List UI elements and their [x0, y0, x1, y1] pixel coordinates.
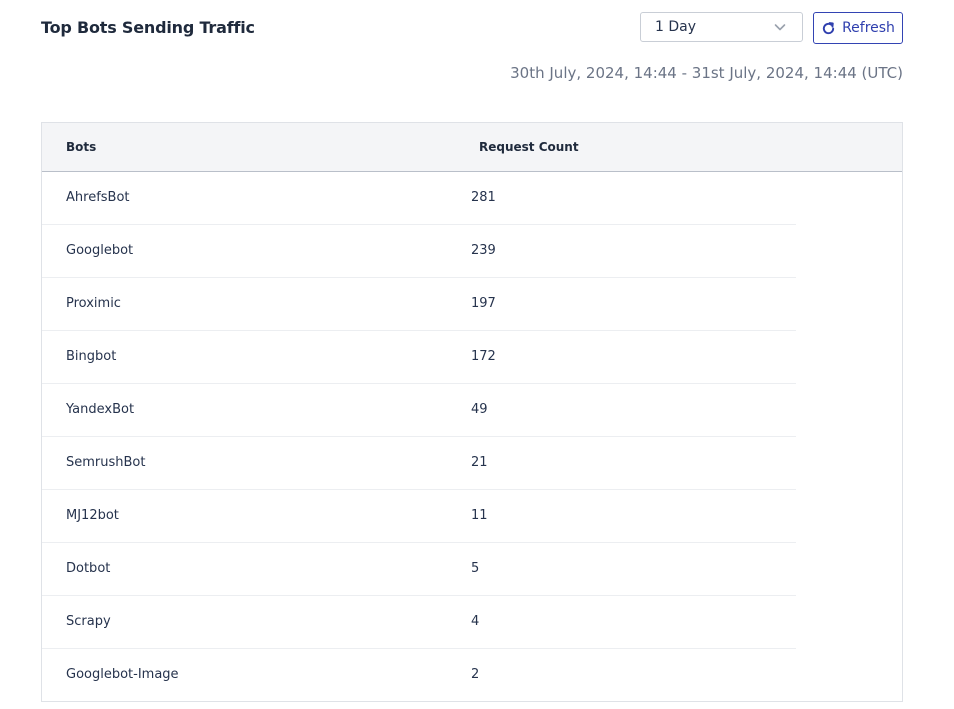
table-row: MJ12bot 11 [42, 490, 796, 543]
request-count: 239 [471, 243, 496, 258]
table-row: Dotbot 5 [42, 543, 796, 596]
table-row: Bingbot 172 [42, 331, 796, 384]
request-count: 11 [471, 508, 488, 523]
bots-table: Bots Request Count AhrefsBot 281 Googleb… [41, 122, 903, 702]
request-count: 4 [471, 614, 480, 629]
request-count: 21 [471, 455, 488, 470]
refresh-button[interactable]: Refresh [813, 12, 903, 44]
bot-name: Googlebot-Image [66, 667, 179, 682]
request-count: 49 [471, 402, 488, 417]
bot-name: MJ12bot [66, 508, 119, 523]
table-row: AhrefsBot 281 [42, 172, 796, 225]
bot-name: YandexBot [66, 402, 135, 417]
request-count: 172 [471, 349, 496, 364]
table-row: Scrapy 4 [42, 596, 796, 649]
bot-name: Dotbot [66, 561, 111, 576]
table-row: Googlebot-Image 2 [42, 649, 796, 701]
bot-name: Proximic [66, 296, 121, 311]
page-title: Top Bots Sending Traffic [41, 18, 255, 37]
bot-name: Scrapy [66, 614, 111, 629]
request-count: 5 [471, 561, 480, 576]
bot-name: Googlebot [66, 243, 134, 258]
bot-name: Bingbot [66, 349, 117, 364]
column-header-request-count: Request Count [479, 140, 579, 154]
table-header: Bots Request Count [42, 123, 902, 172]
period-select-value: 1 Day [655, 19, 697, 35]
refresh-button-label: Refresh [842, 20, 895, 36]
table-row: Googlebot 239 [42, 225, 796, 278]
chevron-down-icon [772, 19, 788, 35]
period-select[interactable]: 1 Day [640, 12, 803, 42]
table-row: Proximic 197 [42, 278, 796, 331]
column-header-bots: Bots [66, 140, 97, 154]
table-row: YandexBot 49 [42, 384, 796, 437]
request-count: 197 [471, 296, 496, 311]
table-body: AhrefsBot 281 Googlebot 239 Proximic 197… [42, 172, 902, 701]
table-row: SemrushBot 21 [42, 437, 796, 490]
refresh-icon [821, 21, 836, 36]
bot-name: SemrushBot [66, 455, 146, 470]
bot-name: AhrefsBot [66, 190, 130, 205]
request-count: 2 [471, 667, 480, 682]
request-count: 281 [471, 190, 496, 205]
date-range: 30th July, 2024, 14:44 - 31st July, 2024… [510, 64, 903, 82]
